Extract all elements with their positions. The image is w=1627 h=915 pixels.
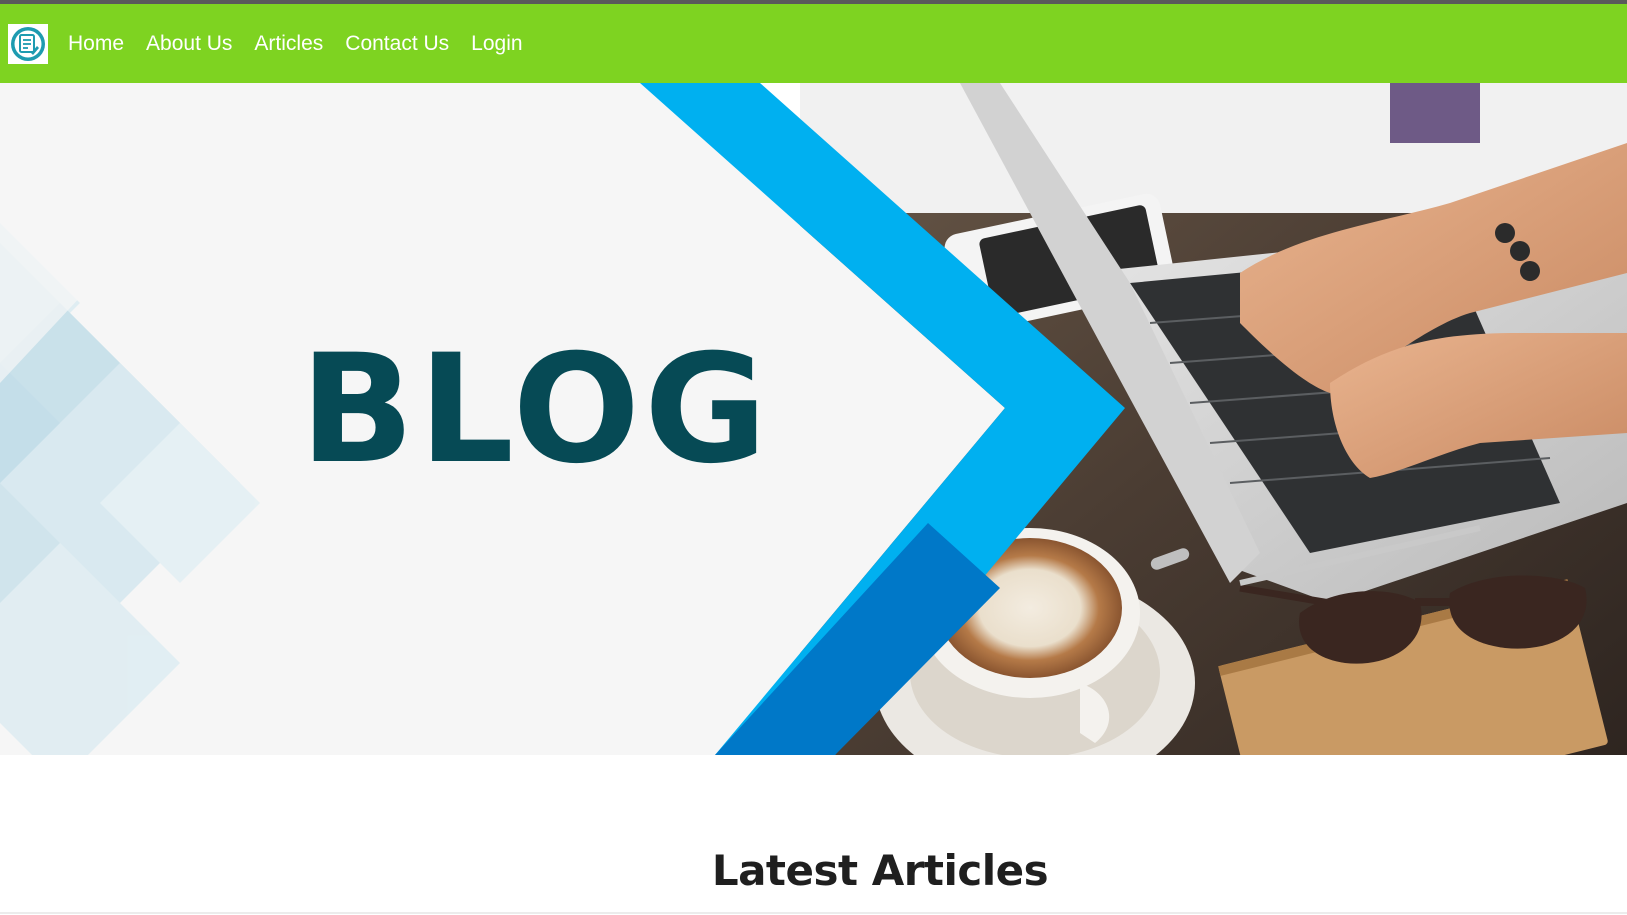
site-logo[interactable] [8, 23, 48, 64]
nav-home-link[interactable]: Home [68, 32, 124, 56]
hero-banner: BLOG [0, 83, 1627, 755]
nav-about-us-link[interactable]: About Us [146, 32, 232, 56]
section-title: Latest Articles [711, 845, 1049, 895]
main-nav: Home About Us Articles Contact Us Login [68, 32, 523, 56]
nav-articles-link[interactable]: Articles [254, 32, 323, 56]
hero-banner-image: BLOG [0, 83, 1627, 755]
navbar: Home About Us Articles Contact Us Login [0, 4, 1627, 83]
section-divider [0, 912, 1627, 914]
document-pen-icon [11, 26, 45, 61]
nav-contact-us-link[interactable]: Contact Us [345, 32, 449, 56]
nav-login-link[interactable]: Login [471, 32, 522, 56]
hero-title: BLOG [300, 323, 771, 497]
